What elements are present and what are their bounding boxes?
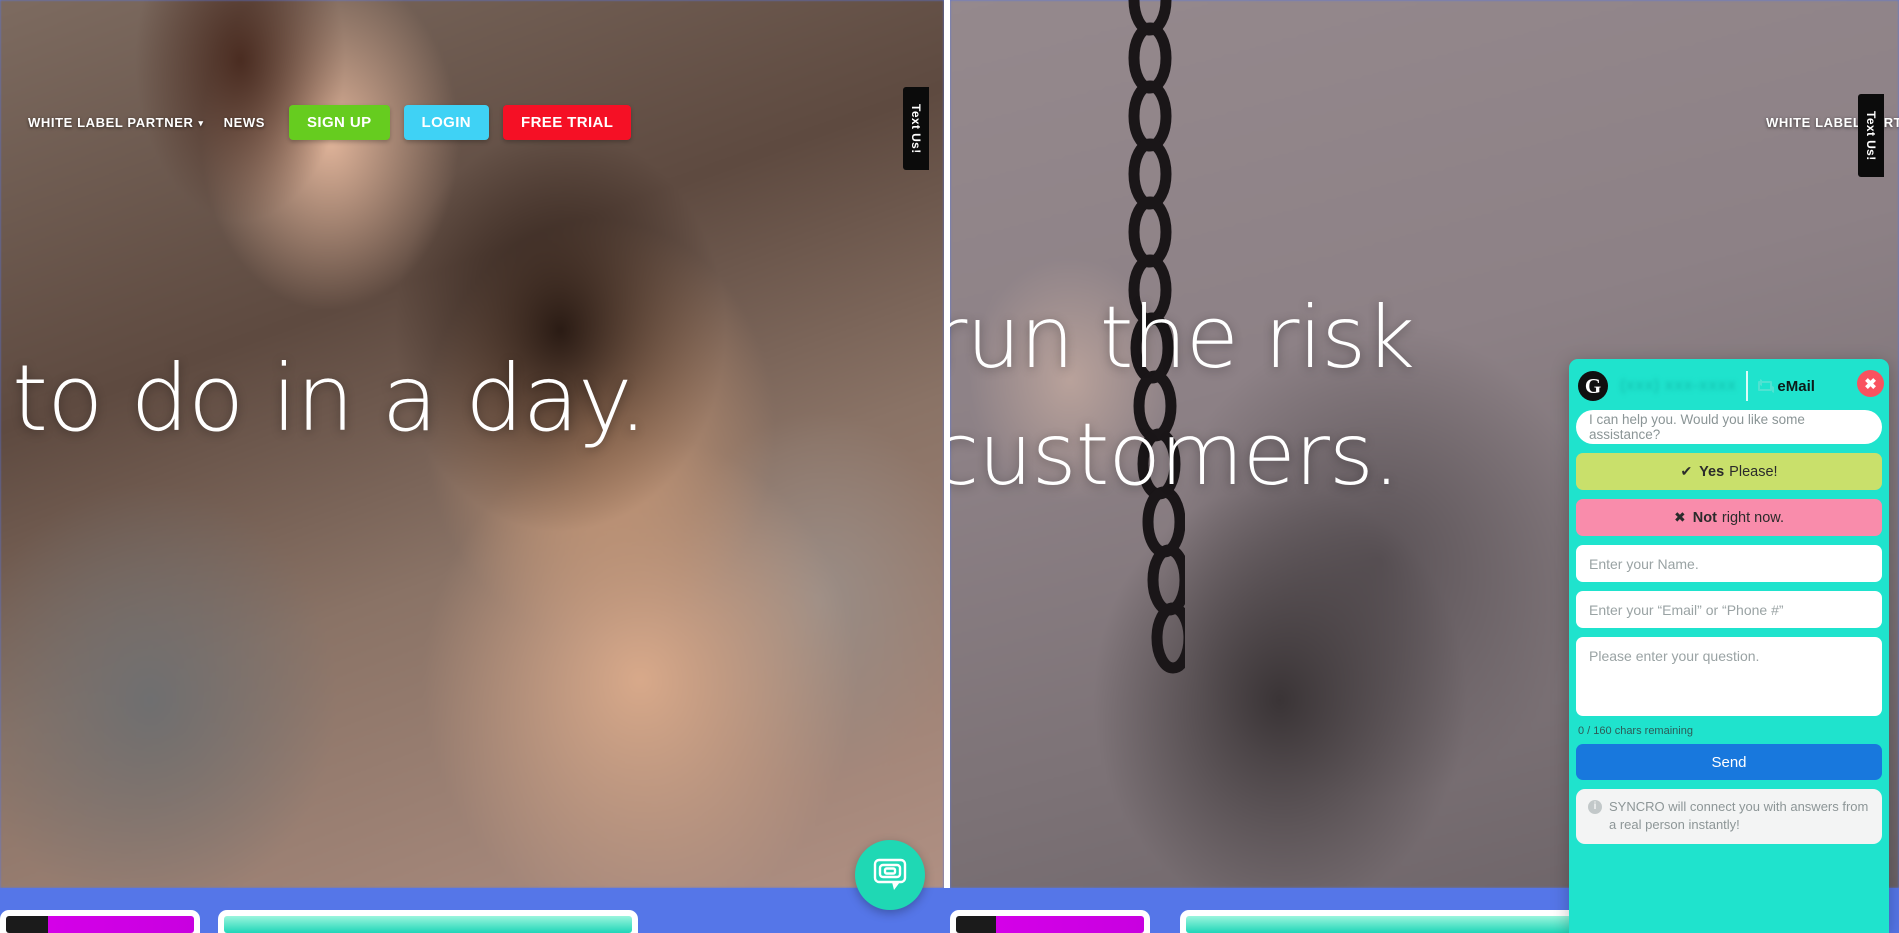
chat-tab-email[interactable]: eMail bbox=[1758, 378, 1815, 395]
yes-please-button[interactable]: ✔ Yes Please! bbox=[1576, 453, 1882, 490]
send-button[interactable]: Send bbox=[1576, 744, 1882, 780]
question-textarea[interactable] bbox=[1576, 637, 1882, 716]
content-card[interactable] bbox=[950, 910, 1150, 933]
card-thumbnail bbox=[6, 916, 194, 933]
hero-headline-left: to do in a day. bbox=[12, 345, 648, 452]
cross-icon: ✖ bbox=[1674, 509, 1686, 525]
chat-widget-header: G (xxx) xxx-xxxx eMail ✖ bbox=[1576, 366, 1884, 406]
syncro-logo-icon: G bbox=[1578, 371, 1608, 401]
page-root: to do in a day. WHITE LABEL PARTNER ▾ NEW… bbox=[0, 0, 1899, 933]
email-or-phone-input[interactable] bbox=[1576, 591, 1882, 628]
chat-greeting-message: I can help you. Would you like some assi… bbox=[1576, 410, 1882, 444]
chevron-down-icon: ▾ bbox=[198, 118, 204, 129]
text-us-tab[interactable]: Text Us! bbox=[903, 87, 929, 170]
yes-button-strong: Yes bbox=[1699, 463, 1725, 480]
login-button[interactable]: LOGIN bbox=[403, 105, 489, 140]
yes-button-rest: Please! bbox=[1729, 463, 1778, 480]
envelope-icon bbox=[1758, 381, 1773, 391]
nav-item-label: WHITE LABEL PARTNER bbox=[28, 115, 194, 130]
header-divider bbox=[1746, 371, 1749, 401]
char-counter: 0 / 160 chars remaining bbox=[1578, 725, 1693, 737]
free-trial-button[interactable]: FREE TRIAL bbox=[503, 105, 632, 140]
no-button-rest: right now. bbox=[1721, 509, 1784, 526]
hero-headline-right-line2: customers. bbox=[950, 405, 1400, 505]
chat-phone-number: (xxx) xxx-xxxx bbox=[1620, 377, 1737, 394]
check-icon: ✔ bbox=[1680, 463, 1693, 479]
chat-footer-note: i SYNCRO will connect you with answers f… bbox=[1576, 789, 1882, 844]
name-input[interactable] bbox=[1576, 545, 1882, 582]
content-card[interactable] bbox=[0, 910, 200, 933]
nav-item-news[interactable]: NEWS bbox=[214, 115, 275, 130]
info-icon: i bbox=[1588, 800, 1602, 814]
card-thumbnail bbox=[1186, 916, 1594, 933]
syncro-chat-widget: G (xxx) xxx-xxxx eMail ✖ I can help you.… bbox=[1569, 359, 1889, 933]
not-right-now-button[interactable]: ✖ Not right now. bbox=[1576, 499, 1882, 536]
text-us-tab-label: Text Us! bbox=[909, 103, 923, 154]
hero-headline-right-line1: run the risk bbox=[950, 288, 1415, 388]
card-thumbnail bbox=[956, 916, 1144, 933]
content-card[interactable] bbox=[218, 910, 638, 933]
hero-panel-left: to do in a day. WHITE LABEL PARTNER ▾ NEW… bbox=[0, 0, 944, 888]
sign-up-button[interactable]: SIGN UP bbox=[289, 105, 390, 140]
chat-footer-text: SYNCRO will connect you with answers fro… bbox=[1609, 799, 1869, 833]
close-icon[interactable]: ✖ bbox=[1857, 370, 1884, 397]
content-card[interactable] bbox=[1180, 910, 1600, 933]
navigation-bar-left: WHITE LABEL PARTNER ▾ NEWS SIGN UP LOGIN … bbox=[18, 105, 632, 140]
text-us-tab[interactable]: Text Us! bbox=[1858, 94, 1884, 177]
chat-launcher-button[interactable] bbox=[855, 840, 925, 910]
chat-bubble-icon bbox=[873, 858, 907, 890]
chat-tab-email-label: eMail bbox=[1777, 377, 1815, 395]
card-thumbnail bbox=[224, 916, 632, 933]
text-us-tab-label: Text Us! bbox=[1864, 110, 1878, 161]
no-button-strong: Not bbox=[1692, 509, 1717, 526]
nav-item-white-label-partner[interactable]: WHITE LABEL PARTNER ▾ bbox=[18, 115, 214, 130]
